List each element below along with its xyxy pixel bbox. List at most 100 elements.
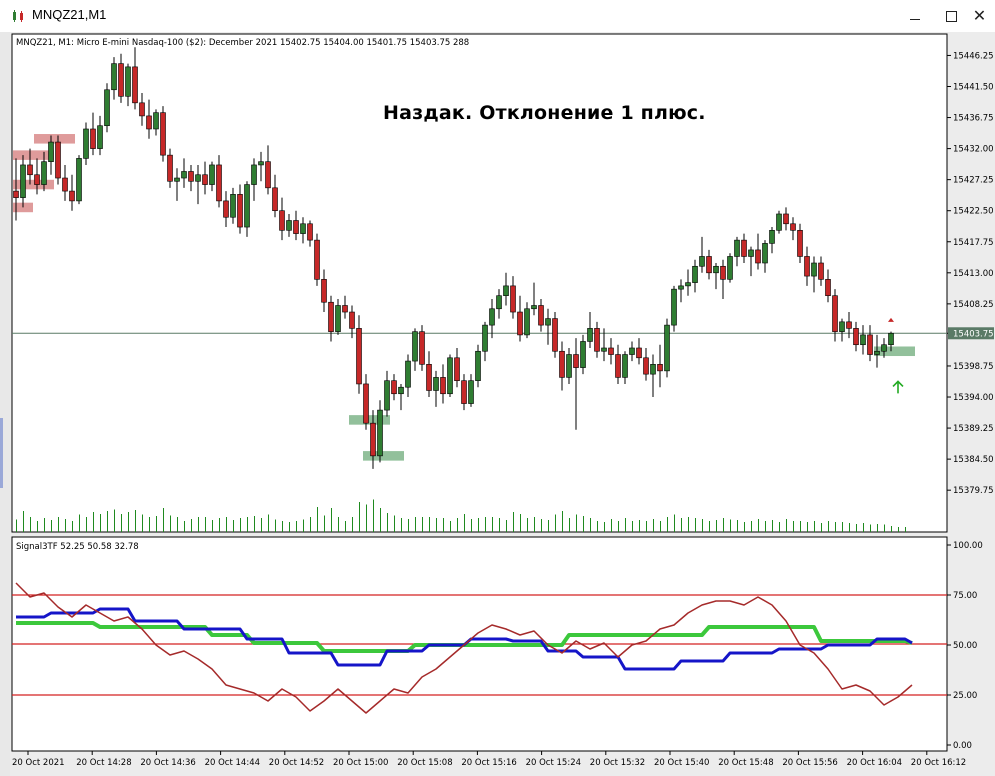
bear-candle: [321, 279, 327, 303]
bull-candle: [734, 239, 740, 257]
bear-candle: [160, 112, 166, 156]
price-tick-label: 15417.75: [953, 238, 994, 248]
bear-candle: [643, 357, 649, 375]
bull-candle: [489, 308, 495, 326]
maximize-icon: [945, 10, 957, 22]
resistance-zone: [13, 150, 54, 160]
bull-candle: [860, 334, 866, 346]
window-title: MNQZ21,M1: [32, 7, 107, 22]
bull-candle: [622, 354, 628, 378]
bull-candle: [111, 63, 117, 91]
bear-candle: [132, 66, 138, 104]
bull-candle: [20, 164, 26, 198]
bear-candle: [139, 102, 145, 117]
price-tick-label: 15436.75: [953, 114, 994, 124]
bull-candle: [412, 331, 418, 362]
bear-candle: [797, 230, 803, 257]
time-tick-label: 20 Oct 15:08: [397, 758, 452, 768]
bear-candle: [755, 249, 761, 264]
price-tick-label: 15408.25: [953, 300, 994, 310]
bear-candle: [314, 239, 320, 280]
time-tick-label: 20 Oct 14:28: [76, 758, 131, 768]
bear-candle: [188, 171, 194, 182]
bear-candle: [741, 239, 747, 257]
bear-candle: [825, 279, 831, 296]
price-tick-label: 15398.75: [953, 362, 994, 372]
indicator-tick-label: 75.00: [953, 591, 977, 601]
bear-candle: [510, 285, 516, 313]
bear-candle: [55, 141, 61, 179]
bear-candle: [804, 256, 810, 277]
time-tick-label: 20 Oct 2021: [12, 758, 65, 768]
bear-candle: [846, 321, 852, 329]
time-tick-label: 20 Oct 14:44: [205, 758, 260, 768]
bear-candle: [720, 265, 726, 280]
bear-candle: [426, 364, 432, 391]
bull-candle: [300, 223, 306, 234]
bull-candle: [230, 194, 236, 218]
bull-candle: [83, 128, 89, 159]
resistance-zone: [13, 179, 54, 190]
bull-candle: [580, 341, 586, 368]
price-tick-label: 15446.25: [953, 51, 994, 61]
bull-candle: [335, 305, 341, 332]
price-tick-label: 15389.25: [953, 424, 994, 434]
time-tick-label: 20 Oct 16:12: [911, 758, 966, 768]
bear-candle: [594, 328, 600, 352]
bear-candle: [419, 331, 425, 365]
bull-candle: [699, 256, 705, 267]
window-titlebar: MNQZ21,M1 ✕: [0, 0, 995, 32]
bear-candle: [832, 295, 838, 332]
bear-candle: [853, 328, 859, 346]
bear-candle: [461, 380, 467, 404]
bear-candle: [517, 311, 523, 336]
bull-candle: [475, 350, 481, 381]
support-zone: [349, 415, 390, 425]
price-tick-label: 15379.75: [953, 486, 994, 496]
bear-candle: [552, 318, 558, 352]
bull-candle: [286, 220, 292, 231]
bull-candle: [104, 89, 110, 127]
bull-candle: [174, 177, 180, 182]
bear-candle: [363, 383, 369, 424]
chart-app-icon: [13, 10, 23, 22]
bull-candle: [244, 184, 250, 228]
bear-candle: [867, 334, 873, 355]
bull-candle: [433, 377, 439, 391]
price-tick-label: 15441.50: [953, 82, 994, 92]
bull-candle: [888, 332, 894, 346]
bull-candle: [685, 282, 691, 287]
bull-candle: [727, 256, 733, 280]
bull-candle: [762, 243, 768, 264]
bear-candle: [783, 213, 789, 225]
bear-candle: [167, 154, 173, 182]
bull-candle: [664, 324, 670, 372]
bear-candle: [265, 161, 271, 189]
bear-candle: [237, 194, 243, 228]
bear-candle: [202, 174, 208, 185]
bull-candle: [125, 66, 131, 97]
bear-candle: [13, 190, 19, 198]
time-tick-label: 20 Oct 15:00: [333, 758, 388, 768]
bull-candle: [692, 265, 698, 283]
bear-candle: [706, 256, 712, 274]
minimize-icon: [910, 18, 920, 20]
close-button[interactable]: ✕: [964, 0, 995, 32]
bull-candle: [496, 295, 502, 310]
bull-candle: [874, 350, 880, 355]
bear-candle: [279, 210, 285, 231]
bear-candle: [307, 223, 313, 241]
bear-candle: [69, 190, 75, 202]
price-tick-label: 15432.00: [953, 145, 994, 155]
bull-candle: [195, 174, 201, 182]
bear-candle: [615, 354, 621, 378]
bull-candle: [678, 285, 684, 290]
bear-candle: [538, 305, 544, 326]
bull-candle: [377, 409, 383, 457]
indicator-tick-label: 0.00: [953, 741, 972, 751]
bull-candle: [545, 318, 551, 326]
price-tick-label: 15413.00: [953, 269, 994, 279]
price-chart[interactable]: 15446.25 15441.50 15436.75 15432.00 15427.25…: [0, 32, 995, 776]
bull-candle: [881, 344, 887, 352]
bull-candle: [76, 158, 82, 202]
